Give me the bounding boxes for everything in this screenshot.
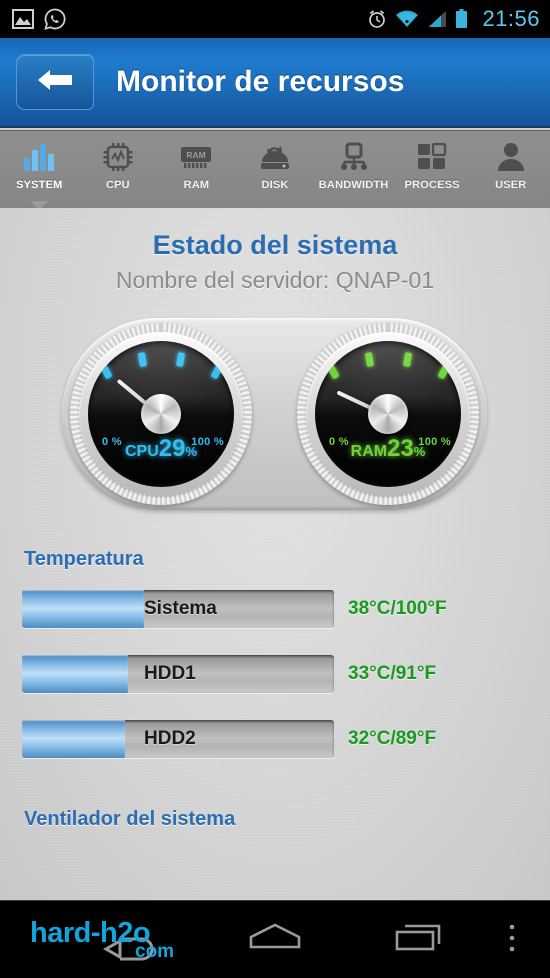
cpu-gauge: 0 % 100 % CPU29%: [70, 323, 252, 505]
gauges-panel: 0 % 100 % CPU29% 0 % 100 % RAM23%: [62, 318, 487, 510]
app-header: Monitor de recursos: [0, 38, 550, 128]
tab-system[interactable]: SYSTEM: [0, 131, 79, 210]
gauge-tick: [326, 363, 340, 380]
image-icon: [12, 9, 34, 29]
cpu-gauge-number: 29: [158, 435, 186, 462]
android-nav-bar: hard-h2o com: [0, 900, 550, 978]
gauge-tick: [175, 352, 185, 368]
cpu-gauge-percent-symbol: %: [185, 444, 198, 459]
ram-gauge-percent-symbol: %: [413, 444, 426, 459]
home-icon: [245, 921, 305, 960]
signal-icon: [427, 10, 447, 28]
tab-ram-label: RAM: [183, 179, 210, 191]
tab-disk[interactable]: DISK: [236, 131, 315, 209]
tab-process[interactable]: PROCESS: [393, 131, 472, 209]
recents-button[interactable]: [385, 901, 455, 978]
ram-gauge-needle: [336, 390, 389, 418]
watermark: hard-h2o com: [30, 917, 220, 965]
cpu-gauge-face: 0 % 100 % CPU29%: [88, 341, 234, 487]
ram-gauge-value: RAM23%: [315, 435, 461, 463]
person-icon: [497, 138, 525, 176]
temperature-value-sistema: 38°C/100°F: [348, 598, 447, 619]
tab-disk-label: DISK: [261, 179, 289, 191]
ram-gauge-number: 23: [387, 435, 414, 462]
gauge-tick: [99, 363, 113, 380]
server-name-label: Nombre del servidor: QNAP-01: [115, 267, 435, 293]
tab-user-label: USER: [495, 179, 527, 191]
temperature-heading: Temperatura: [24, 548, 144, 570]
gauge-tick: [209, 363, 223, 380]
tab-ram[interactable]: RAM RAM: [157, 131, 236, 209]
status-bar-system-icons: 21:56: [367, 6, 540, 32]
bar-chart-icon: [22, 138, 56, 176]
temperature-row-hdd1: HDD1 33°C/91°F: [22, 653, 528, 695]
tab-system-label: SYSTEM: [16, 179, 63, 191]
cpu-gauge-hub: [141, 394, 181, 434]
status-bar: 21:56: [0, 0, 550, 38]
section-heading: Estado del sistema: [152, 230, 398, 260]
menu-dots-icon: [508, 923, 516, 958]
fan-heading: Ventilador del sistema: [24, 808, 236, 830]
tab-cpu[interactable]: CPU: [79, 131, 158, 209]
ram-stick-icon: RAM: [179, 138, 213, 176]
wifi-icon: [395, 10, 419, 28]
page-title: Monitor de recursos: [116, 65, 405, 98]
gauge-tick: [137, 352, 147, 368]
gauge-tick: [402, 352, 412, 368]
tab-bandwidth[interactable]: BANDWIDTH: [314, 131, 393, 209]
tab-bar: SYSTEM CPU RAM RAM DISK BANDWIDTH PROCES…: [0, 130, 550, 210]
battery-icon: [455, 9, 468, 29]
temperature-bar-sistema: Sistema: [22, 590, 334, 628]
temperature-row-sistema: Sistema 38°C/100°F: [22, 588, 528, 630]
svg-text:RAM: RAM: [187, 150, 206, 160]
temperature-value-hdd2: 32°C/89°F: [348, 728, 437, 749]
tab-user[interactable]: USER: [471, 131, 550, 209]
home-button[interactable]: [240, 901, 310, 978]
cpu-gauge-needle: [116, 378, 163, 418]
alarm-icon: [367, 9, 387, 29]
grid-squares-icon: [417, 138, 447, 176]
cpu-gauge-value: CPU29%: [88, 435, 234, 463]
hard-disk-icon: [258, 138, 292, 176]
back-button[interactable]: [16, 54, 94, 110]
menu-button[interactable]: [490, 901, 534, 978]
status-bar-clock: 21:56: [482, 6, 540, 31]
temperature-bar-label: Sistema: [144, 598, 217, 619]
temperature-value-hdd1: 33°C/91°F: [348, 663, 437, 684]
ram-gauge: 0 % 100 % RAM23%: [297, 323, 479, 505]
temperature-row-hdd2: HDD2 32°C/89°F: [22, 718, 528, 760]
back-arrow-icon: [34, 67, 76, 98]
ram-gauge-name: RAM: [350, 443, 388, 460]
watermark-text: hard-h2o: [30, 917, 151, 949]
gauge-tick: [436, 363, 450, 380]
recents-icon: [391, 920, 449, 961]
ram-gauge-hub: [368, 394, 408, 434]
app-screen: 21:56 Monitor de recursos SYSTEM CPU RAM…: [0, 0, 550, 978]
temperature-bar-hdd1: HDD1: [22, 655, 334, 693]
cpu-chip-icon: [102, 138, 134, 176]
tab-cpu-label: CPU: [105, 179, 130, 191]
temperature-bar-label: HDD1: [144, 663, 196, 684]
ram-gauge-face: 0 % 100 % RAM23%: [315, 341, 461, 487]
temperature-bar-hdd2: HDD2: [22, 720, 334, 758]
tab-process-label: PROCESS: [404, 179, 460, 191]
temperature-bar-label: HDD2: [144, 728, 196, 749]
tab-bandwidth-label: BANDWIDTH: [318, 179, 389, 191]
content-area: Estado del sistema Nombre del servidor: …: [0, 208, 550, 900]
network-icon: [338, 138, 370, 176]
cpu-gauge-name: CPU: [124, 443, 159, 460]
status-bar-notifications: [12, 8, 66, 30]
whatsapp-icon: [44, 8, 66, 30]
watermark-suffix: com: [135, 941, 175, 962]
gauge-tick: [364, 352, 374, 368]
